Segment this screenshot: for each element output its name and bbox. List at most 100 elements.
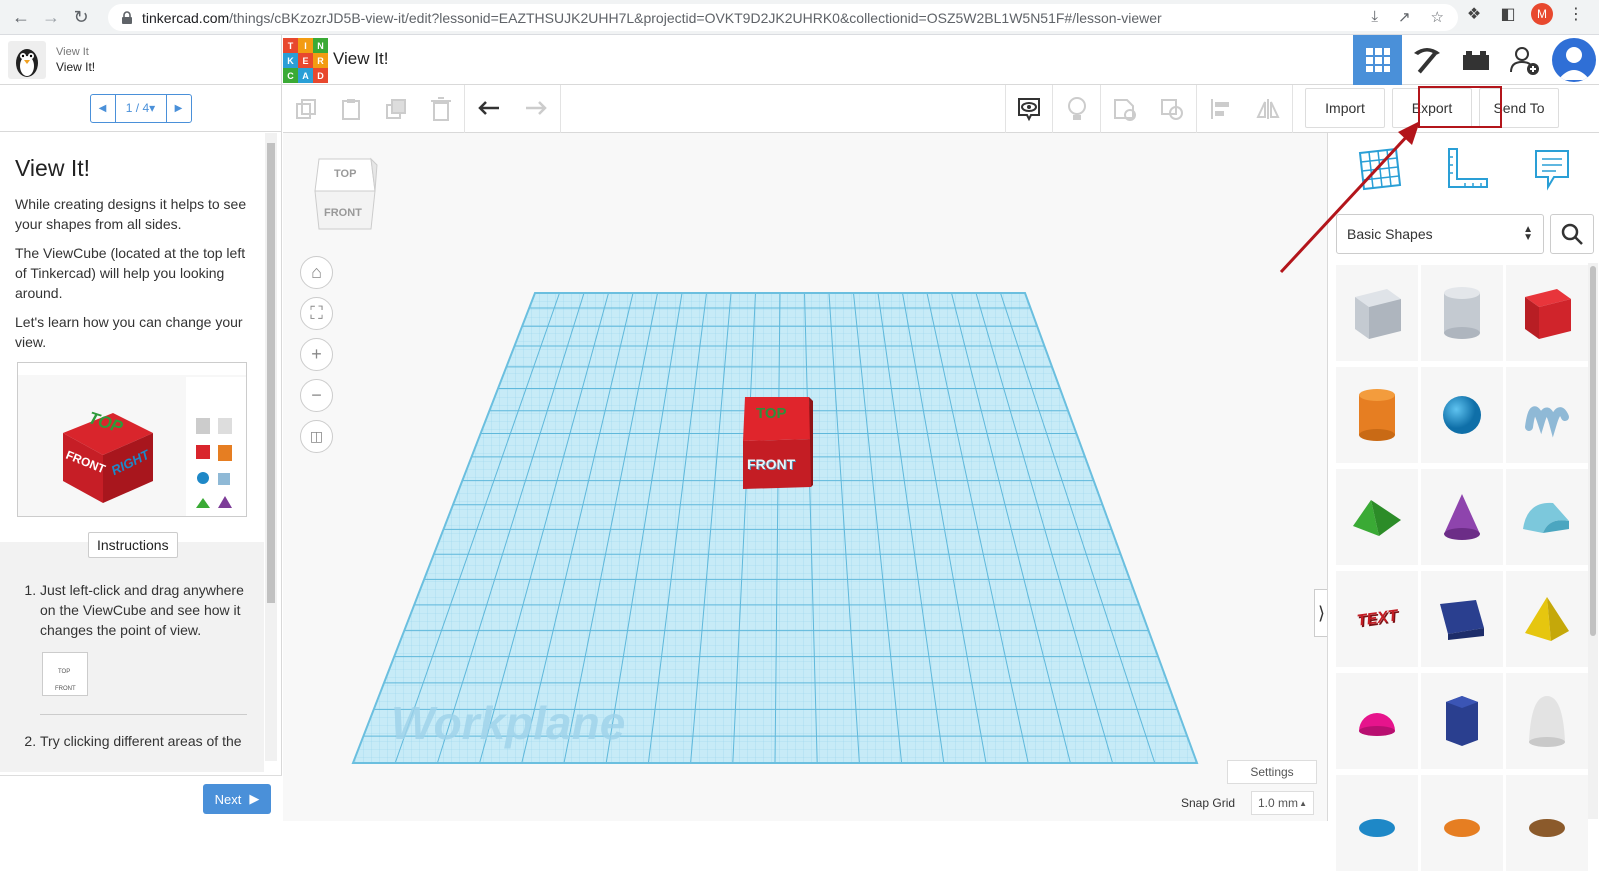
paraboloid-shape[interactable] xyxy=(1506,673,1588,769)
notes-eye-icon[interactable] xyxy=(1006,85,1052,133)
duplicate-icon[interactable] xyxy=(374,85,419,133)
cone-shape[interactable] xyxy=(1421,469,1503,565)
lesson-panel: ◀ 1 / 4 ▾ ▶ View It! While creating desig… xyxy=(0,85,282,821)
snap-grid-select[interactable]: 1.0 mm ▲ xyxy=(1251,791,1314,815)
lesson-paragraph: Let's learn how you can change your view… xyxy=(15,314,243,350)
back-arrow-icon[interactable]: ← xyxy=(6,2,36,32)
lock-icon xyxy=(122,10,132,24)
instructions-section: Instructions Just left-click and drag an… xyxy=(0,532,264,772)
viewcube[interactable]: TOP FRONT xyxy=(313,155,379,240)
ruler-tool-icon[interactable] xyxy=(1445,147,1489,196)
group-icon[interactable] xyxy=(1101,85,1148,133)
zoom-in-icon[interactable]: + xyxy=(300,338,333,371)
sphere-shape[interactable] xyxy=(1421,367,1503,463)
3d-viewport[interactable]: Workplane TOP FRONT TOP FRONT ⌂ ⛶ + − ◫ … xyxy=(283,133,1327,821)
bookmark-star-icon[interactable]: ☆ xyxy=(1431,8,1444,26)
shape-category-select[interactable]: Basic Shapes ▲ ▼ xyxy=(1336,214,1544,254)
lesson-name: View It! xyxy=(56,60,96,74)
url-path: /things/cBKzozrJD5B-view-it/edit?lessoni… xyxy=(229,9,1162,26)
lesson-paragraph: While creating designs it helps to see y… xyxy=(15,196,247,232)
step-item: Try clicking different areas of the xyxy=(40,731,247,751)
undo-icon[interactable] xyxy=(465,85,512,133)
viewcube-front-face[interactable]: FRONT xyxy=(324,207,362,219)
text-shape[interactable]: TEXT xyxy=(1336,571,1418,667)
import-button[interactable]: Import xyxy=(1305,88,1385,128)
half-sphere-shape[interactable] xyxy=(1336,673,1418,769)
round-roof-shape[interactable] xyxy=(1506,469,1588,565)
polygon-shape[interactable] xyxy=(1421,673,1503,769)
lesson-scrollbar[interactable] xyxy=(265,133,277,761)
lightbulb-icon[interactable] xyxy=(1053,85,1100,133)
zoom-out-icon[interactable]: − xyxy=(300,379,333,412)
mirror-icon[interactable] xyxy=(1244,85,1291,133)
home-view-icon[interactable]: ⌂ xyxy=(300,256,333,289)
extensions-puzzle-icon[interactable]: ❖ xyxy=(1463,3,1485,25)
user-avatar[interactable] xyxy=(1552,38,1596,82)
address-bar[interactable]: tinkercad.com/things/cBKzozrJD5B-view-it… xyxy=(108,4,1458,31)
hole-box-shape[interactable] xyxy=(1336,265,1418,361)
cube-top-label: TOP xyxy=(756,405,787,422)
orthographic-cube-icon[interactable]: ◫ xyxy=(300,420,333,453)
next-step-icon[interactable]: ▶ xyxy=(167,95,191,122)
shape-grid: TEXT xyxy=(1336,265,1588,877)
notes-tool-icon[interactable] xyxy=(1532,147,1572,196)
next-button[interactable]: Next ▶ xyxy=(203,784,271,814)
roof-shape[interactable] xyxy=(1336,469,1418,565)
step-item: Just left-click and drag anywhere on the… xyxy=(40,580,247,715)
lesson-category: View It xyxy=(56,46,89,58)
more-menu-icon[interactable]: ⋮ xyxy=(1565,3,1587,25)
cube-front-label: FRONT xyxy=(747,456,796,472)
redo-icon[interactable] xyxy=(512,85,559,133)
torus-shape[interactable] xyxy=(1336,775,1418,871)
download-icon[interactable]: ⤓ xyxy=(1371,8,1378,26)
pickaxe-icon[interactable] xyxy=(1402,35,1451,85)
instructions-label: Instructions xyxy=(88,532,178,558)
reload-icon[interactable]: ↻ xyxy=(66,2,96,32)
scribble-shape[interactable] xyxy=(1506,367,1588,463)
share-icon[interactable]: ↗ xyxy=(1398,8,1411,26)
align-icon[interactable] xyxy=(1197,85,1244,133)
shapes-scrollbar[interactable] xyxy=(1588,263,1598,819)
design-title[interactable]: View It! xyxy=(333,49,388,69)
tube-shape[interactable] xyxy=(1421,775,1503,871)
lesson-title: View It! xyxy=(15,155,90,181)
pyramid-shape[interactable] xyxy=(1506,571,1588,667)
side-panel-icon[interactable]: ◧ xyxy=(1497,3,1519,25)
ungroup-icon[interactable] xyxy=(1148,85,1195,133)
cylinder-shape[interactable] xyxy=(1336,367,1418,463)
workplane-tool-icon[interactable] xyxy=(1356,147,1402,196)
add-user-icon[interactable] xyxy=(1500,35,1549,85)
step-dropdown[interactable]: 1 / 4 ▾ xyxy=(114,94,167,122)
lesson-illustration: TOP FRONT RIGHT xyxy=(17,362,247,517)
caret-up-icon: ▲ xyxy=(1299,798,1307,808)
hole-cylinder-shape[interactable] xyxy=(1421,265,1503,361)
collapse-panel-icon[interactable]: ⟩ xyxy=(1314,589,1327,637)
forward-arrow-icon[interactable]: → xyxy=(36,2,66,32)
viewcube-top-face[interactable]: TOP xyxy=(334,168,356,180)
editor-toolbar: Import Export Send To xyxy=(283,85,1599,133)
profile-avatar[interactable]: M xyxy=(1531,3,1553,25)
play-arrow-icon: ▶ xyxy=(249,791,260,806)
heart-shape[interactable] xyxy=(1506,775,1588,871)
copy-icon[interactable] xyxy=(283,85,328,133)
paste-icon[interactable] xyxy=(328,85,373,133)
snap-grid-label: Snap Grid xyxy=(1181,796,1236,810)
bricks-icon[interactable] xyxy=(1451,35,1500,85)
lesson-paragraph: The ViewCube (located at the top left of… xyxy=(15,245,246,301)
search-icon[interactable] xyxy=(1550,214,1594,254)
previous-step-icon[interactable]: ◀ xyxy=(91,95,115,122)
trash-icon[interactable] xyxy=(419,85,464,133)
browser-toolbar: ← → ↻ tinkercad.com/things/cBKzozrJD5B-v… xyxy=(0,0,1599,35)
box-shape[interactable] xyxy=(1506,265,1588,361)
tinkercad-logo[interactable]: T I N K E R C A D xyxy=(283,38,328,83)
red-box-shape[interactable]: TOP FRONT xyxy=(743,395,813,489)
settings-button[interactable]: Settings xyxy=(1227,760,1317,784)
shapes-panel: Basic Shapes ▲ ▼ TEXT xyxy=(1327,133,1599,871)
url-host: tinkercad.com xyxy=(142,9,230,26)
fit-view-icon[interactable]: ⛶ xyxy=(300,297,333,330)
lesson-header: View It View It! xyxy=(0,35,282,85)
viewcube-thumbnail: TOP FRONT xyxy=(42,652,88,696)
workplane-label: Workplane xyxy=(391,697,626,749)
wedge-box-shape[interactable] xyxy=(1421,571,1503,667)
3d-design-grid-icon[interactable] xyxy=(1353,35,1402,85)
